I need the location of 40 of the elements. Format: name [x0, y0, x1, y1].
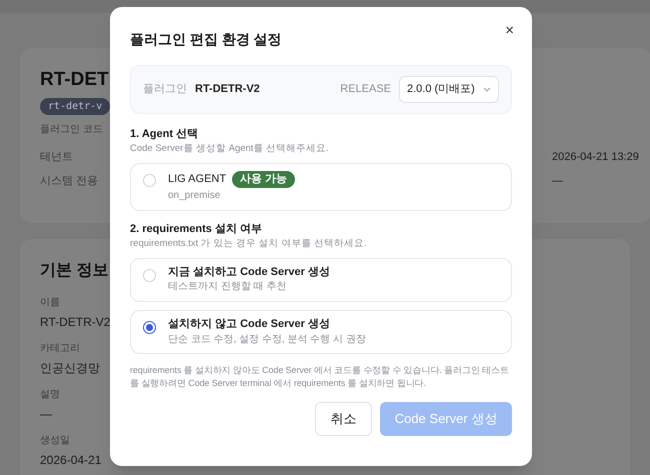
plugin-label: 플러그인 [143, 82, 187, 98]
option-title: LIG AGENT [168, 172, 226, 186]
option-card[interactable]: 설치하지 않고 Code Server 생성 단순 코드 수정, 설정 수정, 분석 수행 시 권장 [130, 310, 512, 354]
section-title: 기본 정보 [40, 261, 108, 281]
field-value: — [552, 174, 564, 190]
option-subtitle: on_premise [168, 190, 222, 203]
field-value: — [40, 406, 52, 423]
option-title: 설치하지 않고 Code Server 생성 [168, 318, 330, 332]
plugin-name: RT-DETR-V2 [195, 82, 260, 98]
release-select[interactable]: 2.0.0 (미배포) [399, 76, 499, 103]
section-heading: 2. requirements 설치 여부 [130, 222, 264, 237]
option-card[interactable]: 지금 설치하고 Code Server 생성 테스트까지 진행할 때 추천 [130, 258, 512, 302]
field-label: 이름 [40, 296, 60, 310]
field-label: 테넌트 [40, 150, 73, 165]
section-heading: 1. Agent 선택 [130, 128, 200, 142]
note-text: requirements 를 설치하지 않아도 Code Server 에서 코드를 수정할 수 있습니다. 플러그인 테스트를 실행하려면 Code Server terminal 에서 requirements 를 설치하면 됩니다. [130, 364, 510, 390]
status-badge: 사용 가능 [232, 170, 296, 188]
dialog-title: 플러그인 편집 환경 설정 [130, 30, 282, 49]
section-hint: requirements.txt 가 있는 경우 설치 여부를 선택하세요. [130, 238, 368, 250]
chevron-down-icon [483, 87, 491, 92]
close-button[interactable]: × [505, 23, 514, 38]
field-value: RT-DETR-V2 [40, 314, 110, 331]
option-subtitle: 테스트까지 진행할 때 추천 [168, 281, 288, 294]
field-value: 인공신경망 [40, 360, 100, 377]
section-hint: Code Server를 생성할 Agent를 선택해주세요. [130, 142, 330, 155]
field-label: 생성일 [40, 434, 70, 448]
release-label: RELEASE [340, 82, 391, 98]
field-value: 2026-04-21 13:29 [552, 150, 640, 165]
field-label: 설명 [40, 388, 60, 402]
slug-badge: rt-detr-v [40, 98, 110, 115]
field-label: 카테고리 [40, 342, 80, 356]
plugin-description: 플러그인 코드 [40, 122, 103, 137]
option-subtitle: 단순 코드 수정, 설정 수정, 분석 수행 시 권장 [168, 334, 366, 346]
plugin-title: RT-DET [40, 68, 109, 92]
radio-button[interactable] [143, 320, 156, 334]
field-value: 2026-04-21 [40, 452, 102, 469]
option-title: 지금 설치하고 Code Server 생성 [168, 266, 330, 280]
cancel-button[interactable]: 취소 [315, 402, 372, 436]
option-card[interactable]: LIG AGENT 사용 가능 on_premise [130, 162, 512, 211]
field-label: 시스템 전용 [40, 174, 98, 190]
